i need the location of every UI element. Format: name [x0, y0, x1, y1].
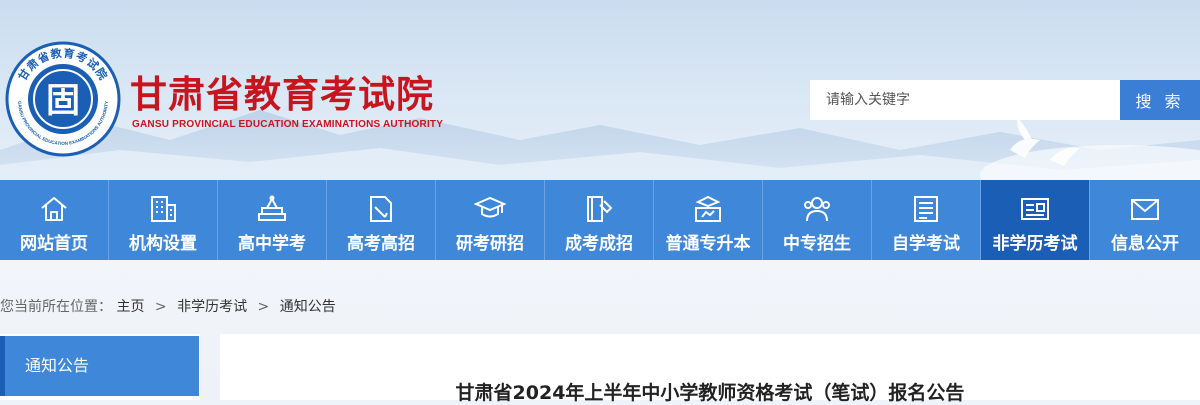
nav-label: 网站首页 — [20, 234, 88, 254]
site-subtitle: GANSU PROVINCIAL EDUCATION EXAMINATIONS … — [132, 119, 444, 130]
nav-label: 普通专升本 — [665, 234, 751, 254]
nav-item-gaokao[interactable]: 高考高招 — [327, 180, 436, 260]
search-button[interactable]: 搜 索 — [1120, 80, 1200, 120]
breadcrumb: 您当前所在位置： 主页 > 非学历考试 > 通知公告 — [0, 296, 336, 316]
nav-label: 非学历考试 — [992, 234, 1078, 254]
nav-item-info-disclosure[interactable]: 信息公开 — [1090, 180, 1200, 260]
nav-label: 信息公开 — [1111, 234, 1179, 254]
cap-screen-icon — [695, 195, 721, 222]
nav-item-high-school-exam[interactable]: 高中学考 — [218, 180, 327, 260]
breadcrumb-separator: > — [257, 299, 270, 315]
nav-item-home[interactable]: 网站首页 — [0, 180, 109, 260]
books-icon — [258, 195, 286, 221]
nav-item-non-degree-exam[interactable]: 非学历考试 — [981, 180, 1090, 260]
nav-label: 自学考试 — [892, 234, 960, 254]
nav-label: 机构设置 — [129, 234, 197, 254]
nav-label: 高考高招 — [347, 234, 415, 254]
people-icon — [804, 197, 830, 222]
main-nav: 网站首页 机构设置 高中学考 高考高招 研考研招 成考成招 普通专升本 中专招生… — [0, 180, 1200, 260]
logo-seal-icon: 甘肃省教育考试院 GANSU PROVINCIAL EDUCATION EXAM… — [5, 41, 121, 157]
breadcrumb-separator: > — [154, 299, 167, 315]
site-header: 甘肃省教育考试院 GANSU PROVINCIAL EDUCATION EXAM… — [0, 0, 1200, 180]
nav-item-secondary-vocational[interactable]: 中专招生 — [763, 180, 872, 260]
graduation-cap-icon — [474, 196, 506, 218]
id-card-icon — [1021, 198, 1049, 220]
breadcrumb-link-notices[interactable]: 通知公告 — [280, 299, 336, 315]
nav-label: 研考研招 — [456, 234, 524, 254]
book-pencil-icon — [587, 196, 613, 222]
site-title: 甘肃省教育考试院 — [130, 73, 434, 116]
sidebar: 通知公告 — [0, 334, 200, 400]
nav-item-postgraduate[interactable]: 研考研招 — [436, 180, 545, 260]
search-input[interactable] — [810, 80, 1120, 120]
breadcrumb-link-home[interactable]: 主页 — [116, 299, 144, 315]
nav-item-organization[interactable]: 机构设置 — [109, 180, 218, 260]
pen-document-icon — [370, 196, 392, 222]
article-title: 甘肃省2024年上半年中小学教师资格考试（笔试）报名公告 — [455, 382, 965, 404]
logo-center-char: 固 — [46, 81, 80, 121]
nav-label: 成考成招 — [565, 234, 633, 254]
building-icon — [151, 196, 176, 222]
sidebar-item-notices[interactable]: 通知公告 — [0, 336, 199, 396]
nav-item-self-study[interactable]: 自学考试 — [872, 180, 981, 260]
mail-icon — [1131, 199, 1159, 220]
nav-item-adult-exam[interactable]: 成考成招 — [545, 180, 654, 260]
document-list-icon — [914, 196, 938, 222]
article-panel: 甘肃省2024年上半年中小学教师资格考试（笔试）报名公告 — [220, 334, 1200, 404]
breadcrumb-link-non-degree[interactable]: 非学历考试 — [177, 299, 247, 315]
breadcrumb-prefix: 您当前所在位置： — [0, 299, 112, 315]
home-icon — [41, 197, 67, 221]
nav-item-upgrade[interactable]: 普通专升本 — [654, 180, 763, 260]
nav-label: 高中学考 — [238, 234, 306, 254]
nav-label: 中专招生 — [783, 234, 851, 254]
